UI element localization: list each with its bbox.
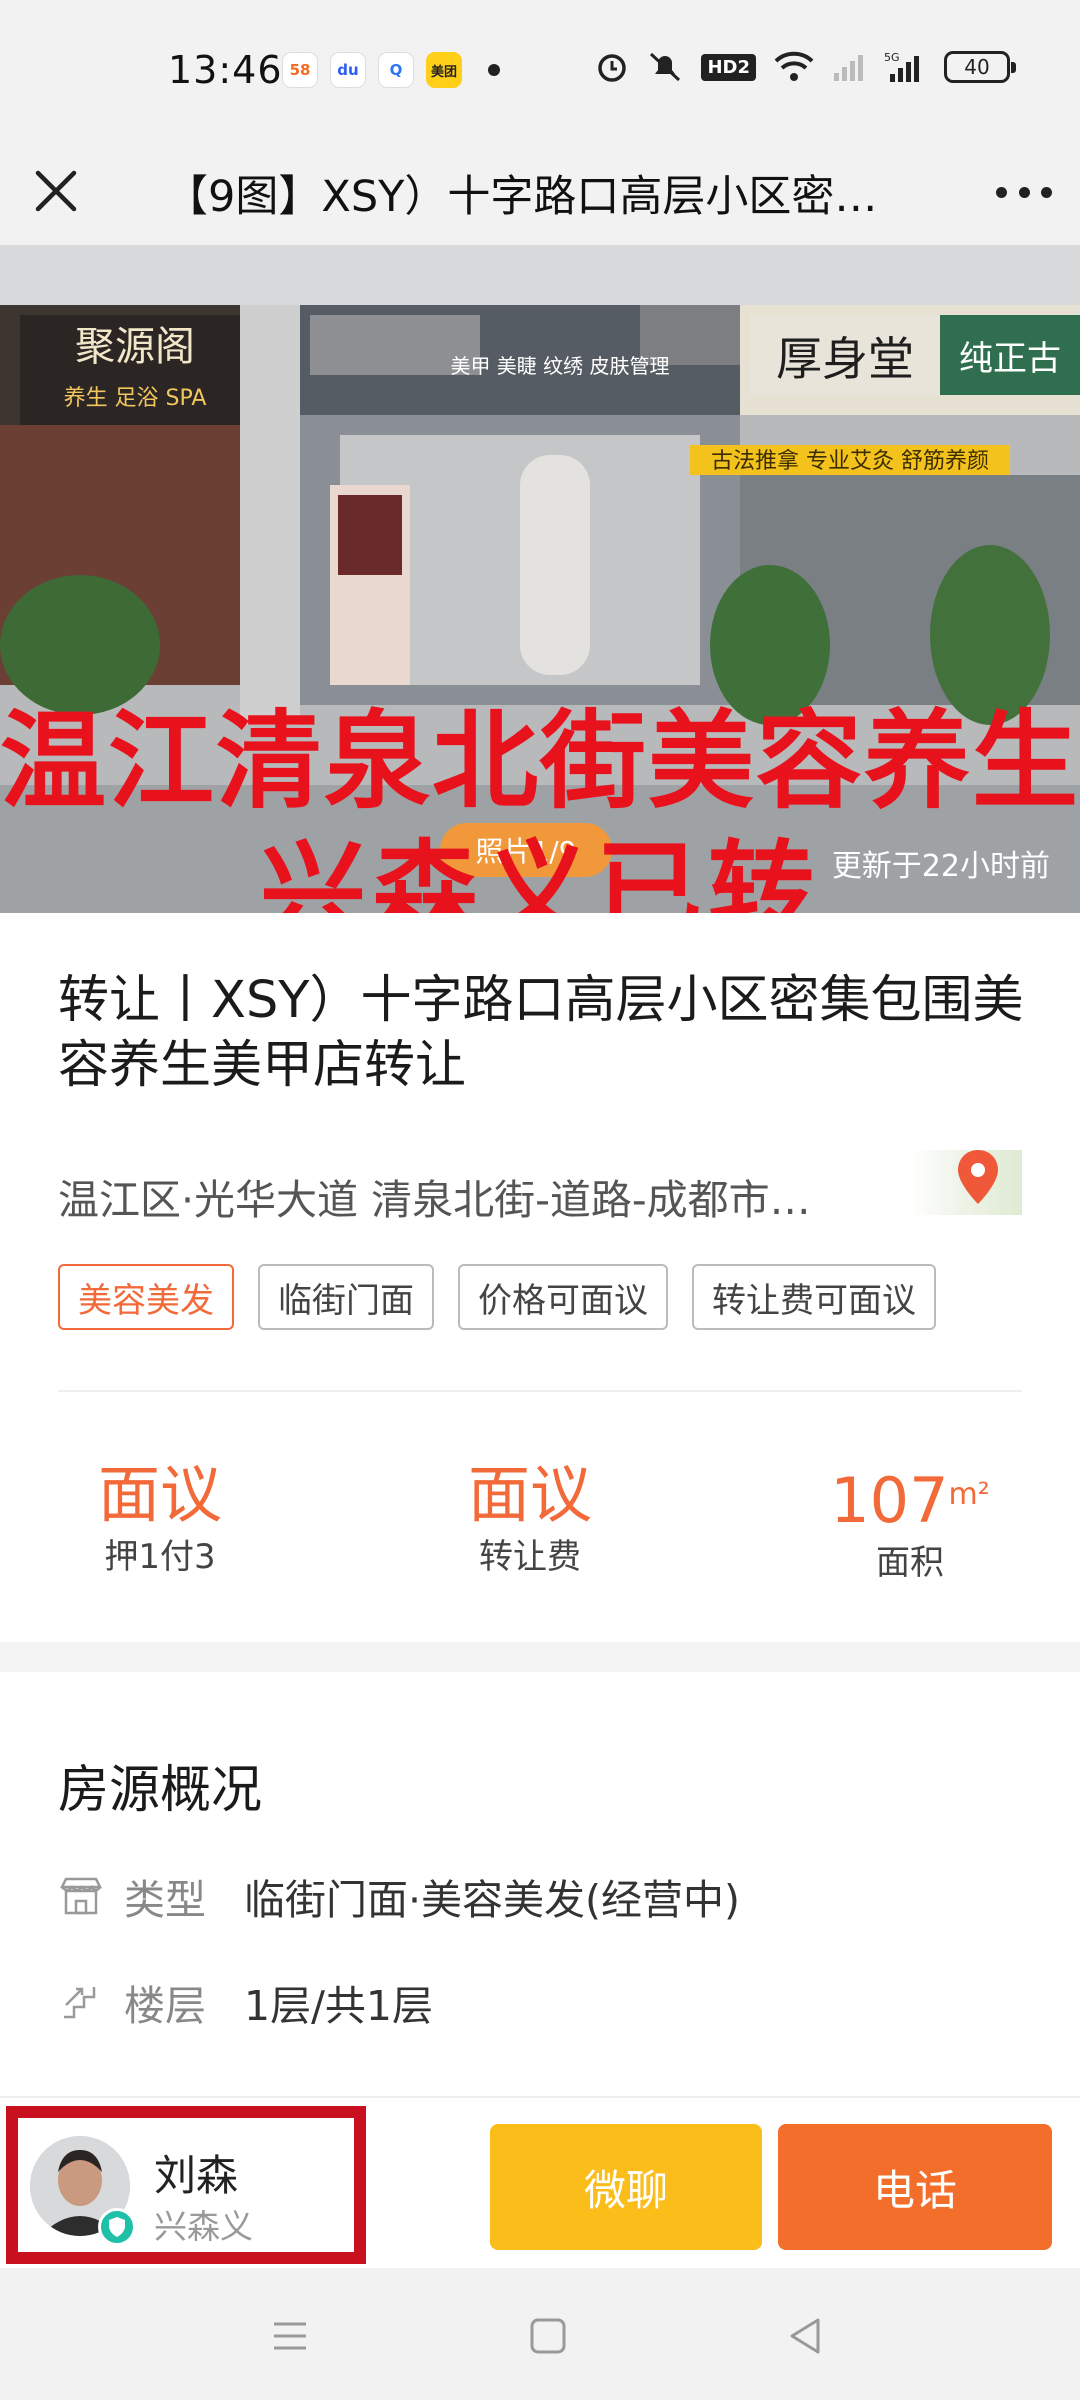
listing-photo[interactable]: 聚源阁 养生 足浴 SPA 美甲 美睫 纹绣 皮肤管理 厚身堂 纯正古 古法推拿…: [0, 245, 1080, 913]
stat-area-value: 107m²: [830, 1464, 990, 1537]
page-header: 【9图】XSY）十字路口高层小区密集包围美容养生美甲店转让: [0, 140, 1080, 245]
divider: [58, 1390, 1022, 1392]
svg-text:养生 足浴 SPA: 养生 足浴 SPA: [64, 386, 207, 411]
overview-value-type: 临街门面·美容美发(经营中): [244, 1876, 741, 1924]
section-separator: [0, 1642, 1080, 1672]
stat-area: 107m² 面积: [810, 1455, 1010, 1585]
agent-name: 刘森: [154, 2151, 239, 2200]
svg-text:美甲 美睫 纹绣 皮肤管理: 美甲 美睫 纹绣 皮肤管理: [450, 354, 669, 378]
overview-section-title: 房源概况: [58, 1761, 263, 1820]
svg-text:厚身堂: 厚身堂: [776, 332, 914, 386]
alarm-icon: [598, 54, 627, 82]
verified-badge-icon: [98, 2208, 136, 2246]
listing-tags: 美容美发 临街门面 价格可面议 转让费可面议: [58, 1264, 936, 1330]
update-time: 更新于22小时前: [831, 849, 1050, 884]
agent-company: 兴森义: [154, 2207, 253, 2246]
overview-key-type: 类型: [124, 1876, 206, 1924]
agent-card[interactable]: 刘森 兴森义: [6, 2106, 366, 2264]
app-58-icon: 58: [282, 52, 318, 88]
stat-rent-value: 面议: [97, 1458, 222, 1531]
stat-rent: 面议 押1付3: [60, 1455, 260, 1579]
shield-icon: [109, 2217, 125, 2237]
page-title: 【9图】XSY）十字路口高层小区密集包围美容养生美甲店转让: [165, 172, 905, 222]
status-bar: 13:46 58 du Q 美团 HD2 5G 40: [0, 0, 1080, 140]
overview-row-floor: 楼层 1层/共1层: [58, 1972, 433, 2032]
listing-address[interactable]: 温江区·光华大道 清泉北街-道路-成都市温江区: [58, 1166, 818, 1226]
home-icon[interactable]: [526, 2314, 570, 2358]
notification-dot-icon: [488, 64, 500, 76]
status-time: 13:46: [168, 48, 283, 92]
status-indicators: HD2 5G 40: [595, 50, 1016, 84]
stat-transfer-fee-value: 面议: [467, 1458, 592, 1531]
stairs-icon: [64, 1987, 96, 2019]
signal-weak-icon: [834, 55, 863, 81]
app-meituan-icon: 美团: [426, 52, 462, 88]
bottom-action-bar: 刘森 兴森义 微聊 电话: [0, 2096, 1080, 2268]
mute-icon: [650, 52, 681, 82]
listing-stats: 面议 押1付3 面议 转让费 107m² 面积: [0, 1455, 1080, 1595]
stat-area-unit: m²: [948, 1477, 990, 1512]
call-button[interactable]: 电话: [778, 2124, 1052, 2250]
signal-5g-icon: 5G: [884, 51, 919, 82]
chat-button[interactable]: 微聊: [490, 2124, 762, 2250]
svg-text:聚源阁: 聚源阁: [75, 324, 195, 370]
back-icon[interactable]: [784, 2314, 828, 2358]
svg-text:纯正古: 纯正古: [959, 339, 1061, 379]
wifi-icon: [774, 51, 814, 81]
tag-street-front: 临街门面: [258, 1264, 434, 1330]
close-icon[interactable]: [30, 165, 82, 217]
stat-area-label: 面积: [876, 1543, 944, 1583]
status-app-icons: 58 du Q 美团: [282, 52, 500, 88]
stat-transfer-fee: 面议 转让费: [430, 1455, 630, 1579]
storefront-icon: [59, 1877, 103, 1915]
overview-value-floor: 1层/共1层: [244, 1982, 433, 2030]
stat-transfer-fee-label: 转让费: [479, 1537, 581, 1577]
more-icon[interactable]: [996, 170, 1052, 214]
listing-title: 转让丨XSY）十字路口高层小区密集包围美容养生美甲店转让: [58, 971, 1024, 1095]
svg-text:5G: 5G: [884, 51, 900, 64]
stat-rent-label: 押1付3: [104, 1537, 216, 1577]
menu-icon[interactable]: [268, 2314, 312, 2358]
hd-voice-icon: HD2: [701, 53, 756, 81]
app-baidu-icon: du: [330, 52, 366, 88]
system-nav-bar: [0, 2268, 1080, 2400]
tag-transfer-fee-negotiable: 转让费可面议: [692, 1264, 936, 1330]
battery-icon: 40: [944, 51, 1016, 83]
overview-row-type: 类型 临街门面·美容美发(经营中): [58, 1866, 740, 1926]
tag-price-negotiable: 价格可面议: [458, 1264, 668, 1330]
map-pin-icon[interactable]: [954, 1148, 1002, 1208]
app-search-icon: Q: [378, 52, 414, 88]
svg-text:古法推拿 专业艾灸 舒筋养颜: 古法推拿 专业艾灸 舒筋养颜: [711, 448, 989, 474]
overview-key-floor: 楼层: [124, 1982, 206, 2030]
tag-category: 美容美发: [58, 1264, 234, 1330]
